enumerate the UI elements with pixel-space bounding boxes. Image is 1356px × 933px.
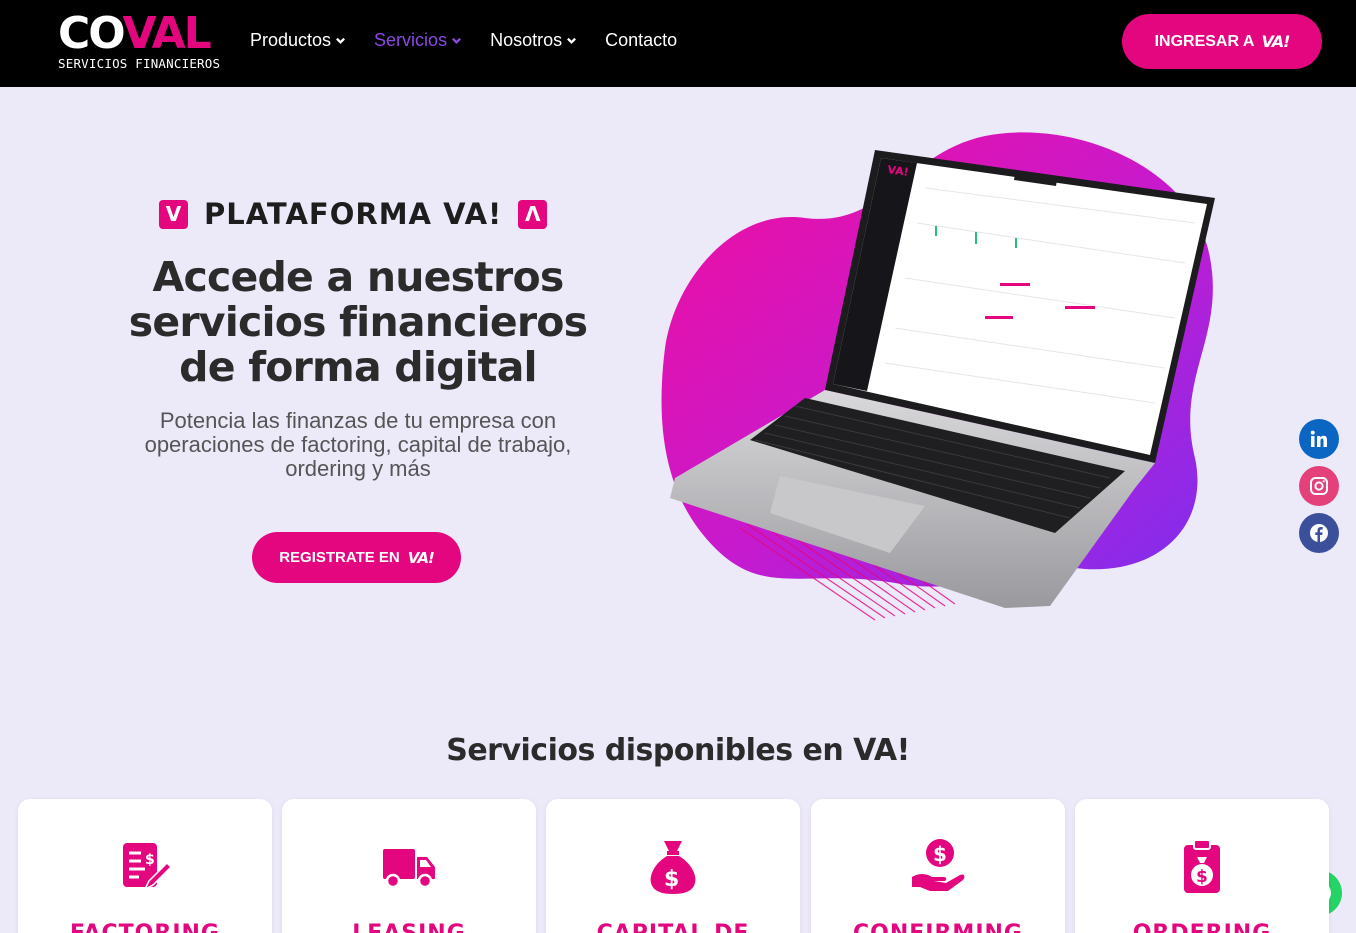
hero-title: Accede a nuestros servicios financieros …: [128, 253, 588, 391]
service-card-capital[interactable]: $ CAPITAL DE: [546, 799, 800, 933]
register-button[interactable]: REGISTRATE EN VA!: [252, 532, 461, 583]
svg-text:$: $: [145, 852, 155, 868]
card-title: LEASING: [282, 921, 536, 933]
service-card-confirming[interactable]: $ CONFIRMING: [811, 799, 1065, 933]
card-title: CAPITAL DE: [546, 921, 800, 933]
login-label: INGRESAR A: [1154, 32, 1255, 50]
card-title: ORDERING: [1075, 921, 1329, 933]
main-nav: Productos Servicios Nosotros Contacto: [250, 30, 677, 51]
a-badge-icon: Λ: [518, 199, 548, 229]
login-button[interactable]: INGRESAR A VA!: [1122, 14, 1322, 69]
logo-subtitle: SERVICIOS FINANCIEROS: [58, 56, 221, 71]
logo-wordmark: COVAL: [58, 8, 212, 59]
svg-text:$: $: [664, 867, 679, 892]
chevron-down-icon: [452, 37, 462, 44]
va-logo-mark: VA!: [407, 548, 435, 567]
service-card-factoring[interactable]: $ FACTORING: [18, 799, 272, 933]
card-title: CONFIRMING: [811, 921, 1065, 933]
chevron-down-icon: [336, 37, 346, 44]
site-header: COVAL SERVICIOS FINANCIEROS Productos Se…: [0, 0, 1356, 87]
nav-contacto[interactable]: Contacto: [605, 30, 677, 51]
services-title: Servicios disponibles en VA!: [446, 733, 910, 768]
service-card-ordering[interactable]: $ ORDERING: [1075, 799, 1329, 933]
coval-logo[interactable]: COVAL SERVICIOS FINANCIEROS: [58, 8, 220, 72]
money-bag-icon: $: [650, 841, 696, 894]
clipboard-money-icon: $: [1184, 839, 1220, 893]
nav-nosotros[interactable]: Nosotros: [490, 30, 577, 51]
linkedin-icon[interactable]: [1299, 419, 1339, 459]
service-card-leasing[interactable]: LEASING: [282, 799, 536, 933]
register-label: REGISTRATE EN: [279, 549, 400, 566]
hero-subtitle: Potencia las finanzas de tu empresa con …: [144, 408, 572, 481]
kicker-text: PLATAFORMA VA!: [204, 197, 503, 231]
chevron-down-icon: [567, 37, 577, 44]
v-badge-icon: V: [159, 199, 188, 229]
va-logo-mark: VA!: [1261, 32, 1290, 51]
invoice-icon: $: [123, 843, 173, 891]
nav-productos[interactable]: Productos: [250, 30, 346, 51]
laptop-illustration: VA!: [661, 132, 1215, 621]
hand-coin-icon: $: [912, 839, 965, 891]
instagram-icon[interactable]: [1299, 466, 1339, 506]
svg-text:$: $: [933, 842, 947, 866]
hero-kicker: V PLATAFORMA VA! Λ: [159, 197, 548, 231]
card-title: FACTORING: [18, 921, 272, 933]
facebook-icon[interactable]: [1299, 513, 1339, 553]
svg-text:$: $: [1196, 867, 1208, 887]
truck-icon: [383, 849, 435, 889]
nav-servicios[interactable]: Servicios: [374, 30, 462, 51]
